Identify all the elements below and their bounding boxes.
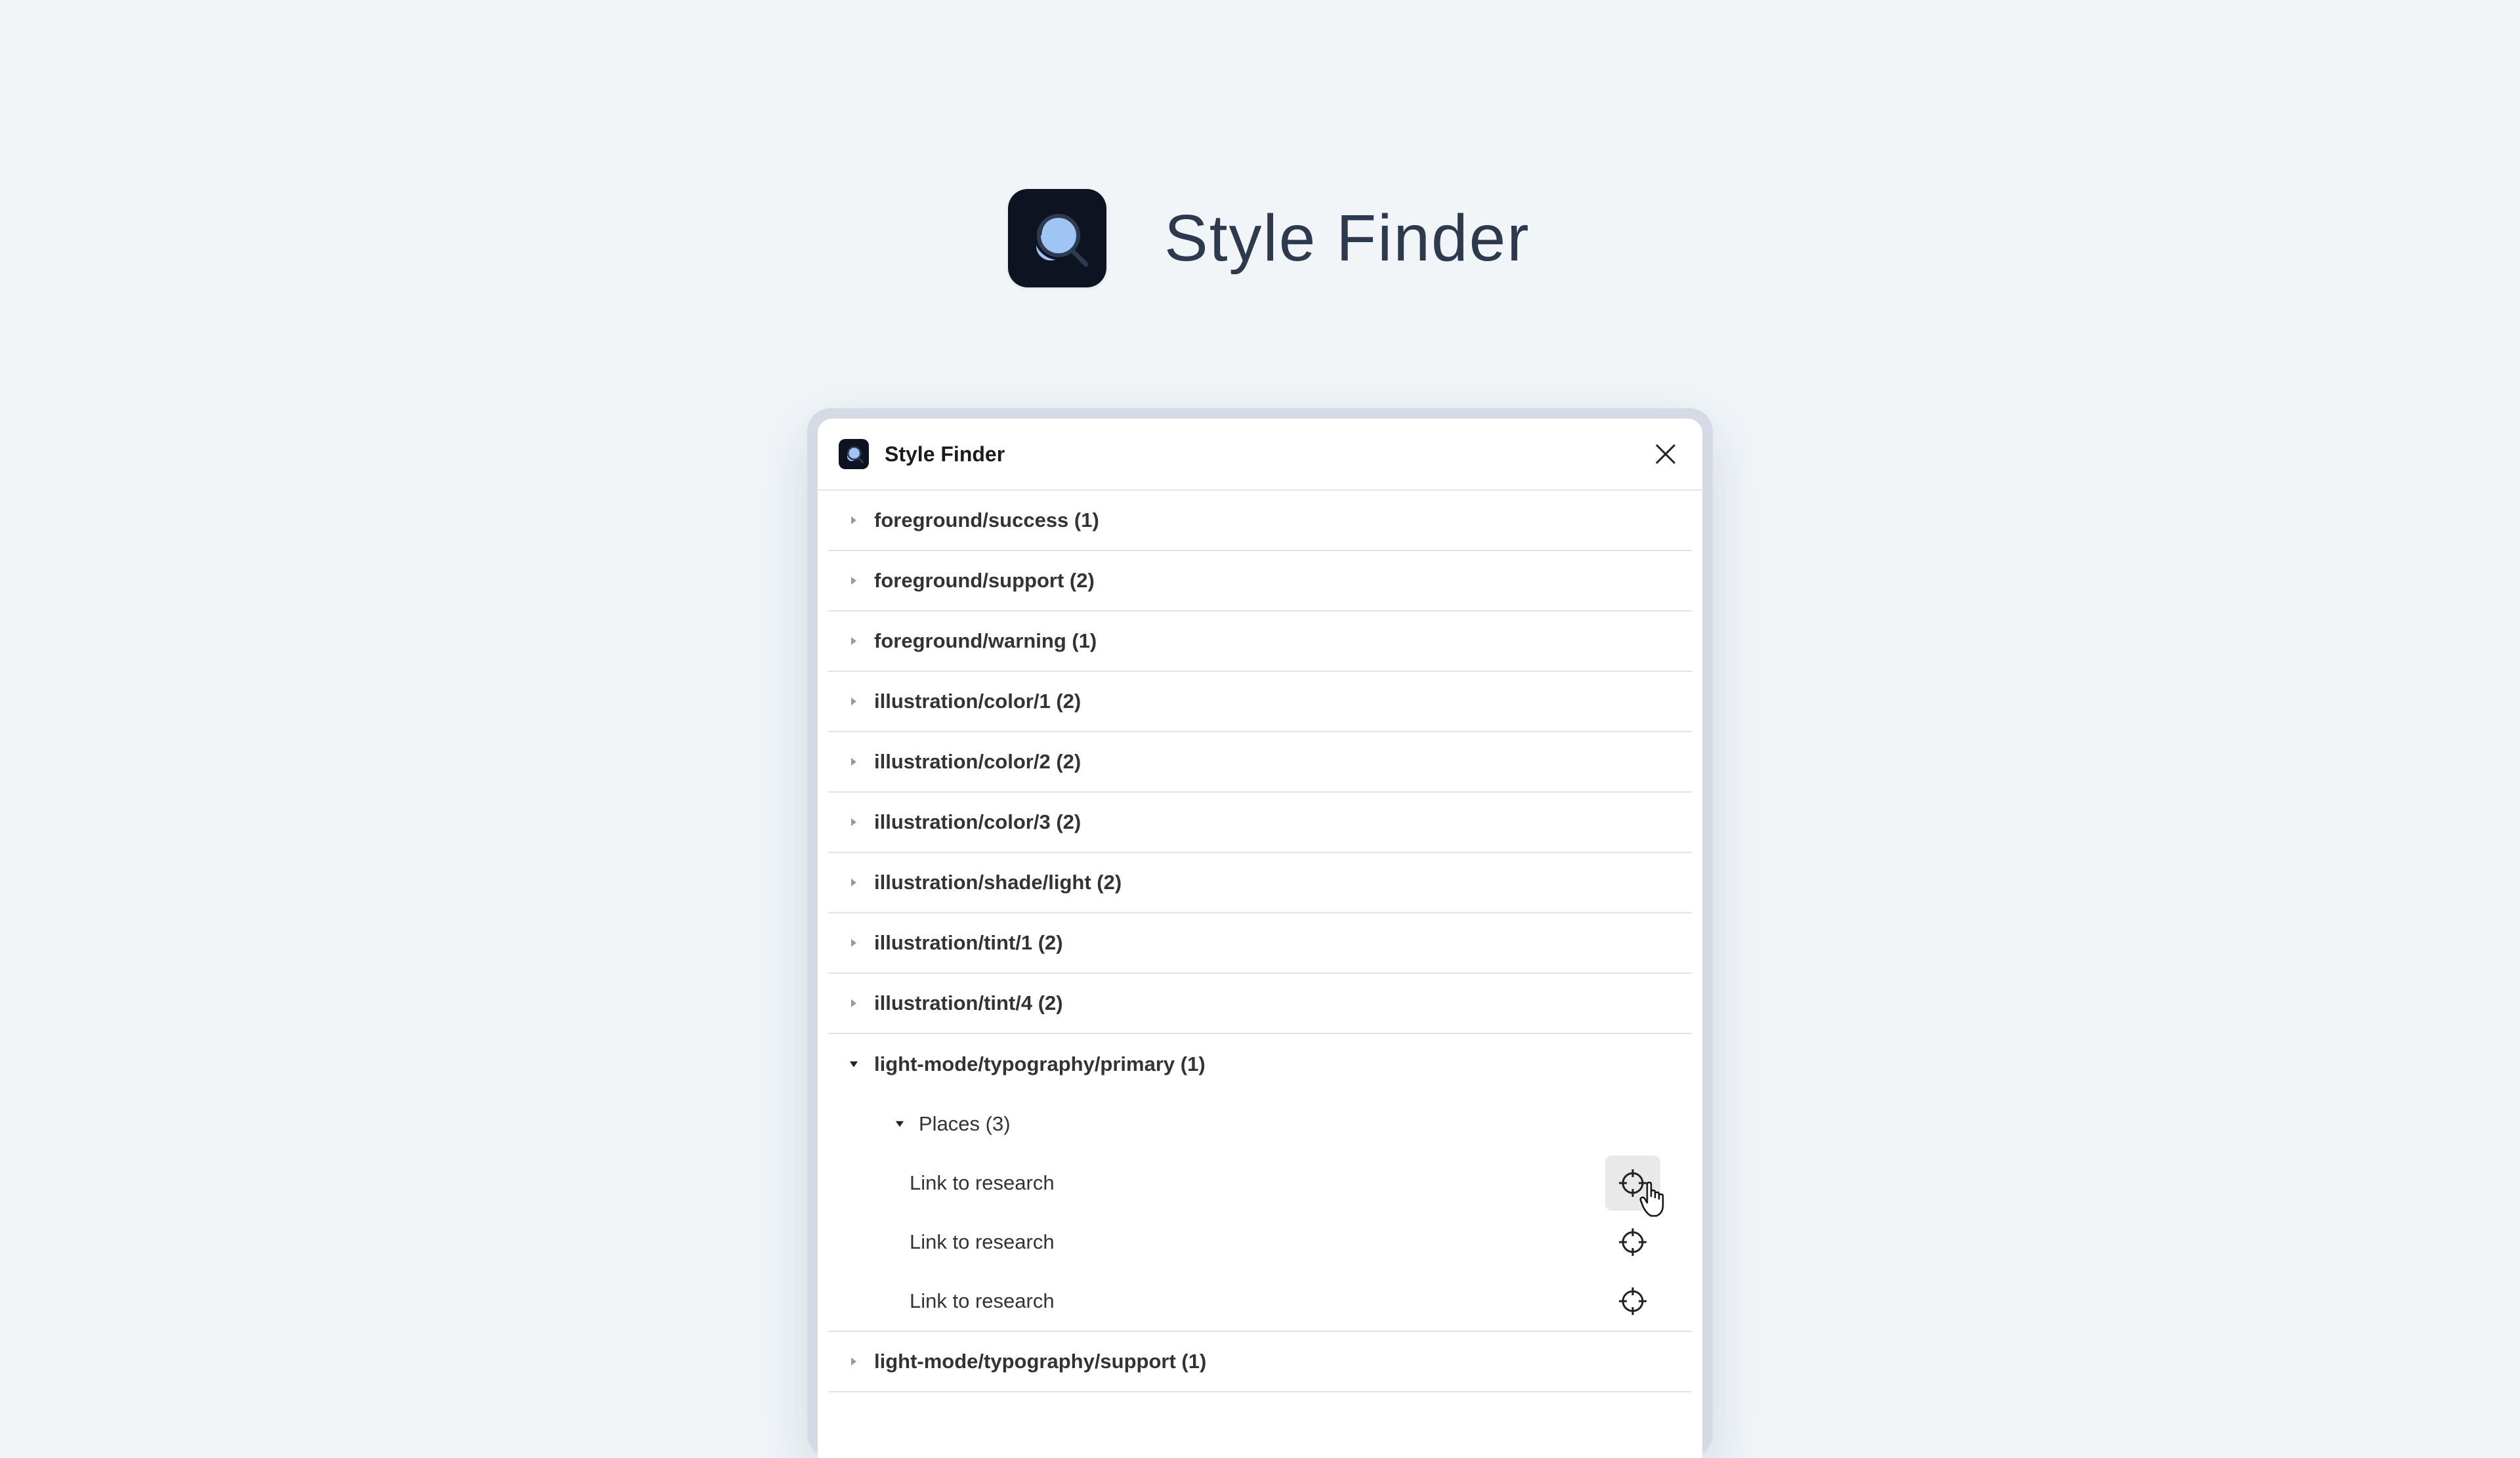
caret-right-icon bbox=[849, 697, 858, 706]
style-group-label: light-mode/typography/primary (1) bbox=[874, 1052, 1206, 1075]
crosshair-icon bbox=[1619, 1228, 1647, 1256]
expanded-style-group: light-mode/typography/primary (1) Places… bbox=[828, 1034, 1692, 1332]
caret-right-icon bbox=[849, 516, 858, 525]
hero-title: Style Finder bbox=[1164, 201, 1530, 275]
caret-right-icon bbox=[849, 757, 858, 766]
style-group-list: foreground/success (1) foreground/suppor… bbox=[818, 491, 1702, 1392]
locate-button[interactable] bbox=[1605, 1156, 1664, 1217]
locate-button[interactable] bbox=[1605, 1274, 1660, 1329]
plugin-titlebar: Style Finder bbox=[818, 419, 1702, 491]
style-group-label: illustration/tint/4 (2) bbox=[874, 991, 1063, 1014]
place-item-label: Link to research bbox=[910, 1230, 1055, 1253]
plugin-window-frame: Style Finder foreground/success (1) fore… bbox=[807, 408, 1713, 1458]
close-button[interactable] bbox=[1647, 436, 1684, 472]
style-group-row[interactable]: illustration/color/1 (2) bbox=[828, 672, 1692, 732]
locate-button[interactable] bbox=[1605, 1215, 1660, 1270]
style-group-row[interactable]: illustration/tint/4 (2) bbox=[828, 974, 1692, 1034]
hand-cursor-icon bbox=[1639, 1182, 1664, 1217]
style-group-row[interactable]: foreground/success (1) bbox=[828, 491, 1692, 551]
place-item: Link to research bbox=[828, 1213, 1692, 1272]
caret-down-icon bbox=[895, 1119, 904, 1129]
style-finder-logo-icon bbox=[839, 439, 869, 469]
style-group-label: foreground/support (2) bbox=[874, 569, 1095, 592]
style-group-label: foreground/success (1) bbox=[874, 509, 1099, 531]
places-toggle[interactable]: Places (3) bbox=[828, 1094, 1692, 1154]
caret-right-icon bbox=[849, 576, 858, 585]
place-item-label: Link to research bbox=[910, 1171, 1055, 1194]
style-group-row[interactable]: foreground/warning (1) bbox=[828, 612, 1692, 672]
style-group-label: illustration/shade/light (2) bbox=[874, 871, 1122, 894]
place-item-label: Link to research bbox=[910, 1289, 1055, 1312]
place-item: Link to research bbox=[828, 1154, 1692, 1217]
style-group-row[interactable]: illustration/tint/1 (2) bbox=[828, 913, 1692, 974]
caret-right-icon bbox=[849, 938, 858, 948]
style-finder-logo-icon bbox=[1008, 189, 1106, 287]
style-group-label: illustration/color/3 (2) bbox=[874, 810, 1082, 833]
style-group-label: light-mode/typography/support (1) bbox=[874, 1350, 1207, 1373]
style-group-label: illustration/color/1 (2) bbox=[874, 690, 1082, 713]
caret-right-icon bbox=[849, 636, 858, 646]
hero-header: Style Finder bbox=[1008, 189, 1530, 287]
place-item: Link to research bbox=[828, 1272, 1692, 1331]
style-group-row[interactable]: light-mode/typography/support (1) bbox=[828, 1332, 1692, 1392]
style-group-label: illustration/tint/1 (2) bbox=[874, 931, 1063, 954]
crosshair-icon bbox=[1619, 1287, 1647, 1315]
style-group-row[interactable]: foreground/support (2) bbox=[828, 551, 1692, 612]
style-group-row-expanded[interactable]: light-mode/typography/primary (1) bbox=[828, 1034, 1692, 1094]
caret-right-icon bbox=[849, 818, 858, 827]
caret-right-icon bbox=[849, 878, 858, 887]
style-group-row[interactable]: illustration/color/3 (2) bbox=[828, 793, 1692, 853]
plugin-window: Style Finder foreground/success (1) fore… bbox=[818, 419, 1702, 1458]
style-group-label: foreground/warning (1) bbox=[874, 629, 1097, 652]
style-group-label: illustration/color/2 (2) bbox=[874, 750, 1082, 773]
caret-right-icon bbox=[849, 1357, 858, 1366]
plugin-title: Style Finder bbox=[885, 442, 1005, 466]
close-icon bbox=[1655, 444, 1676, 465]
caret-right-icon bbox=[849, 999, 858, 1008]
style-group-row[interactable]: illustration/color/2 (2) bbox=[828, 732, 1692, 793]
places-label: Places (3) bbox=[919, 1112, 1011, 1135]
style-group-row[interactable]: illustration/shade/light (2) bbox=[828, 853, 1692, 913]
caret-down-icon bbox=[849, 1060, 858, 1069]
